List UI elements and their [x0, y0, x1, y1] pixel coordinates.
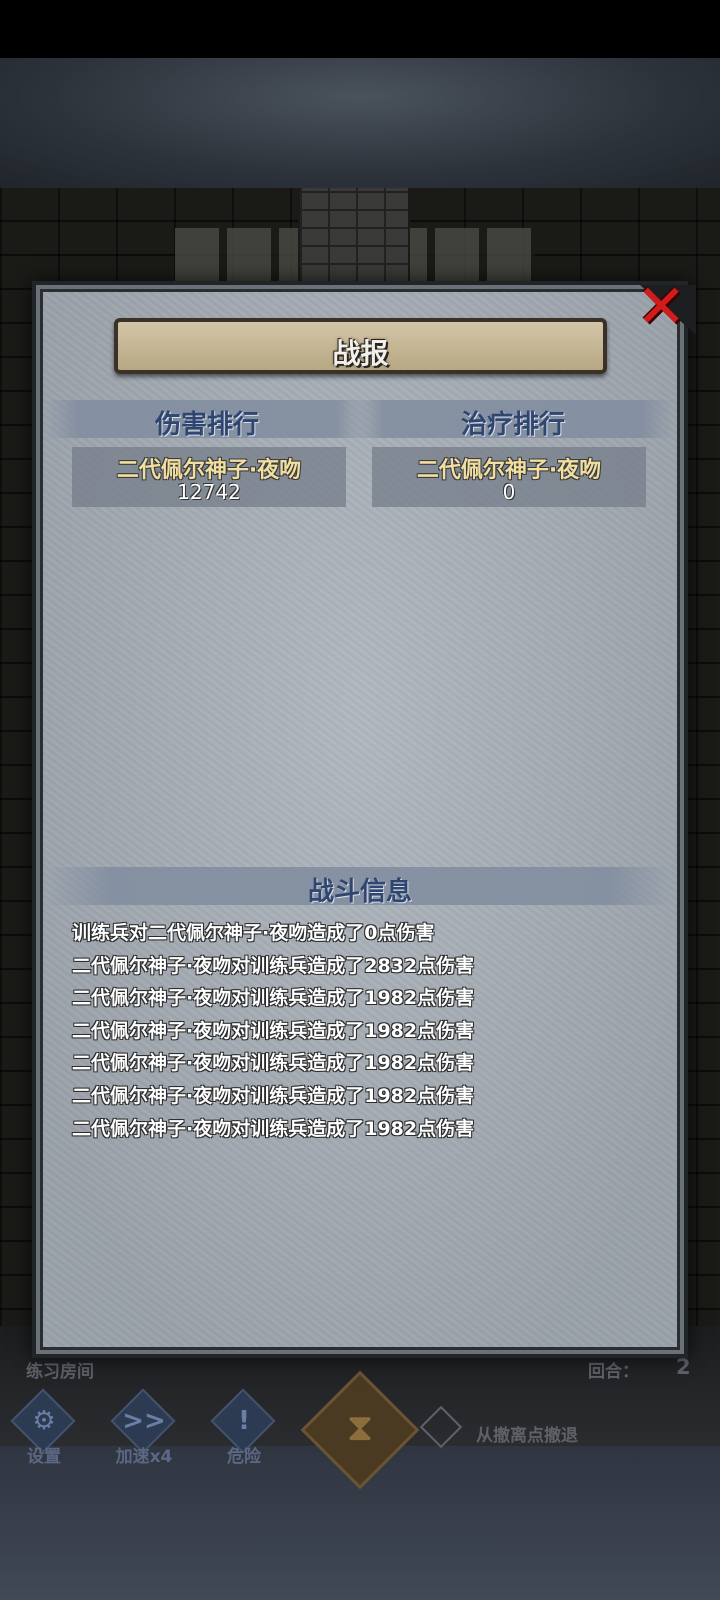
- log-line: 训练兵对二代佩尔神子·夜吻造成了0点伤害: [72, 922, 435, 944]
- damage-rank-value: 12742: [177, 480, 241, 504]
- damage-ranking-header: 伤害排行: [46, 400, 368, 440]
- battle-report-panel: [32, 281, 696, 1358]
- hourglass-icon: ⧗: [346, 1405, 374, 1449]
- healing-ranking-title: 治疗排行: [460, 410, 565, 440]
- log-line: 二代佩尔神子·夜吻对训练兵造成了1982点伤害: [72, 1084, 475, 1107]
- speed-button-label: 加速x4: [115, 1447, 173, 1467]
- settings-button-label: 设置: [27, 1447, 61, 1467]
- damage-ranking-title: 伤害排行: [154, 410, 259, 440]
- battle-info-header: 战斗信息: [46, 867, 674, 907]
- gear-icon: ⚙: [32, 1406, 56, 1436]
- healing-ranking-header: 治疗排行: [352, 400, 674, 440]
- fast-forward-icon: >>: [122, 1406, 166, 1436]
- retreat-button[interactable]: 从撤离点撤退: [476, 1421, 578, 1446]
- round-label: 回合：: [588, 1362, 639, 1382]
- panel-title: 战报: [332, 337, 389, 370]
- background-tower: [298, 188, 410, 283]
- close-button[interactable]: ✕: [636, 277, 686, 339]
- healing-rank-entry: 二代佩尔神子·夜吻 0: [372, 447, 646, 507]
- log-line: 二代佩尔神子·夜吻对训练兵造成了1982点伤害: [72, 1052, 475, 1075]
- round-counter: 2: [676, 1355, 691, 1379]
- log-line: 二代佩尔神子·夜吻对训练兵造成了1982点伤害: [72, 987, 475, 1010]
- game-screen: 练习房间 回合： 2 ⚙ 设置 >> 加速x4 ! 危险 ⧗ 从撤离点撤退 ✕ …: [0, 0, 720, 1600]
- settings-button[interactable]: ⚙ 设置: [4, 1388, 84, 1472]
- exclamation-icon: !: [238, 1406, 250, 1436]
- close-icon: ✕: [636, 272, 687, 342]
- speed-button[interactable]: >> 加速x4: [104, 1388, 184, 1472]
- damage-rank-entry: 二代佩尔神子·夜吻 12742: [72, 447, 346, 507]
- log-line: 二代佩尔神子·夜吻对训练兵造成了2832点伤害: [72, 954, 475, 977]
- background-sky: [0, 58, 720, 188]
- log-line: 二代佩尔神子·夜吻对训练兵造成了1982点伤害: [72, 1117, 475, 1140]
- danger-button-label: 危险: [227, 1447, 261, 1467]
- log-line: 二代佩尔神子·夜吻对训练兵造成了1982点伤害: [72, 1019, 475, 1042]
- room-name-label: 练习房间: [26, 1362, 94, 1382]
- danger-button[interactable]: ! 危险: [204, 1388, 284, 1472]
- title-plate: 战报: [114, 318, 607, 374]
- battle-log: 训练兵对二代佩尔神子·夜吻造成了0点伤害 二代佩尔神子·夜吻对训练兵造成了283…: [72, 918, 652, 1146]
- status-bar: [0, 0, 720, 58]
- healing-rank-value: 0: [502, 480, 516, 504]
- battle-info-title: 战斗信息: [307, 877, 412, 907]
